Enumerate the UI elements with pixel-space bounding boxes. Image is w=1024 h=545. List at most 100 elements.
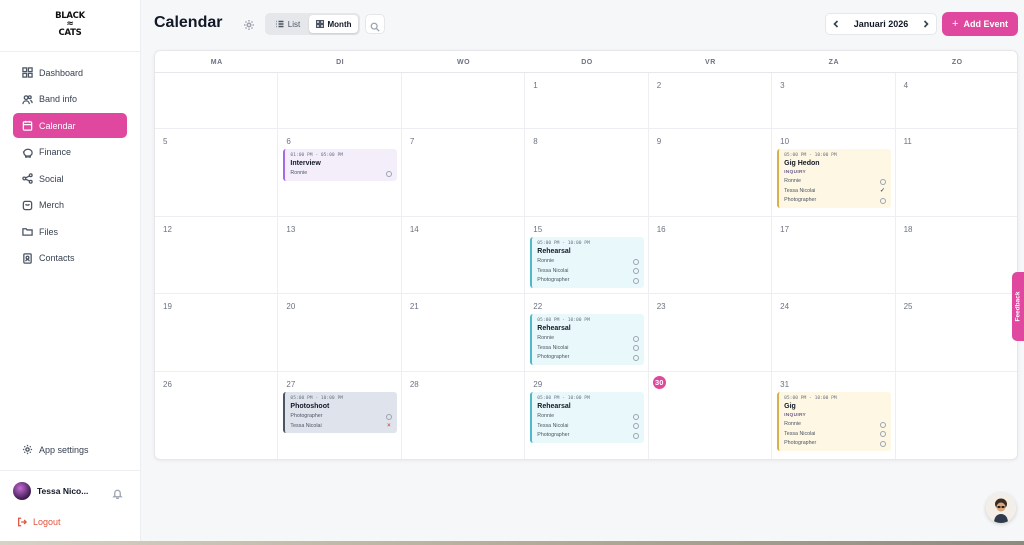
day-cell[interactable]: 17 xyxy=(772,217,896,294)
day-number: 19 xyxy=(163,302,172,311)
weekday-label: WO xyxy=(457,58,471,66)
day-cell[interactable]: 2 xyxy=(648,73,773,129)
feedback-tab[interactable]: Feedback xyxy=(1012,272,1024,341)
calendar-settings-icon[interactable] xyxy=(243,18,255,30)
add-event-button[interactable]: + Add Event xyxy=(942,12,1018,36)
attendee-row: Photographer xyxy=(537,353,639,363)
sidebar-item-social[interactable]: Social xyxy=(13,166,127,191)
weekday-label: VR xyxy=(705,58,716,66)
sidebar-item-band-info[interactable]: Band info xyxy=(13,87,127,112)
attendee-name: Ronnie xyxy=(290,170,308,176)
feedback-label: Feedback xyxy=(1014,291,1022,322)
pending-circle-icon xyxy=(632,432,639,439)
day-cell[interactable]: 20 xyxy=(278,294,402,372)
attendee-name: Tessa Nicolai xyxy=(537,344,569,351)
day-number: 11 xyxy=(903,137,912,146)
search-button[interactable] xyxy=(365,14,385,34)
day-cell[interactable]: 30 xyxy=(649,372,773,459)
day-number: 4 xyxy=(903,81,909,90)
divider xyxy=(0,51,140,52)
day-cell[interactable]: 25 xyxy=(895,294,1017,372)
day-cell[interactable]: 11 xyxy=(895,129,1017,217)
logout-icon xyxy=(18,517,27,527)
day-number: 21 xyxy=(409,302,419,311)
weekday-label: DI xyxy=(336,58,345,66)
share-icon xyxy=(22,173,33,184)
day-cell[interactable]: 3 xyxy=(772,73,896,129)
folder-icon xyxy=(22,228,33,236)
band-logo[interactable]: BLACK ≈ CATS xyxy=(50,6,90,42)
weekday-label: ZO xyxy=(951,58,963,66)
attendee-name: Ronnie xyxy=(784,178,801,184)
day-cell[interactable]: 13 xyxy=(278,217,402,294)
dashboard-icon xyxy=(22,67,33,78)
day-number: 14 xyxy=(409,225,419,234)
prev-month-button[interactable] xyxy=(830,17,842,31)
sidebar-item-dashboard[interactable]: Dashboard xyxy=(13,60,127,85)
day-cell[interactable]: 23 xyxy=(648,294,773,372)
day-cell[interactable] xyxy=(155,73,279,129)
logout-button[interactable]: Logout xyxy=(17,517,61,527)
sidebar-item-merch[interactable]: Merch xyxy=(13,193,127,218)
day-cell[interactable]: 4 xyxy=(895,73,1017,129)
event-card[interactable]: 05:00 PM - 10:00 PM Rehearsal Ronnie Tessa … xyxy=(530,314,644,365)
event-card[interactable]: 05:00 PM - 10:00 PM Gig INQUIRY Ronnie Tessa… xyxy=(777,392,891,451)
attendee-row: Ronnie xyxy=(537,412,639,422)
day-cell[interactable]: 18 xyxy=(895,217,1017,294)
event-card[interactable]: 05:00 PM - 10:00 PM Gig Hedon INQUIRY Ronni… xyxy=(777,149,891,208)
piggy-bank-icon xyxy=(22,148,33,158)
sidebar-item-label: Finance xyxy=(39,147,72,157)
month-view-button[interactable]: Month xyxy=(309,15,358,33)
day-cell[interactable]: 21 xyxy=(401,294,526,372)
event-card[interactable]: 01:00 PM - 05:00 PM Interview Ronnie xyxy=(283,149,397,181)
weekday-header: MA DI WO DO VR ZA ZO xyxy=(155,51,1017,73)
day-number: 8 xyxy=(533,137,538,146)
next-month-button[interactable] xyxy=(920,17,932,31)
day-cell[interactable]: 7 xyxy=(401,129,526,217)
attendee-row: Tessa Nicolai ✓ xyxy=(784,187,885,197)
day-cell[interactable] xyxy=(401,73,526,129)
attendee-name: Ronnie xyxy=(537,335,555,341)
list-icon xyxy=(276,20,284,28)
today-date-badge: 30 xyxy=(652,376,666,389)
day-cell[interactable]: 9 xyxy=(648,129,773,217)
user-profile[interactable]: Tessa Nico... xyxy=(13,482,126,500)
event-card[interactable]: 05:00 PM - 10:00 PM Photoshoot Photographe… xyxy=(283,392,397,434)
sidebar-item-app-settings[interactable]: App settings xyxy=(13,437,127,462)
day-cell[interactable]: 14 xyxy=(401,217,526,294)
day-cell[interactable]: 28 xyxy=(402,372,526,459)
day-cell[interactable]: 19 xyxy=(155,294,279,372)
event-time: 05:00 PM - 10:00 PM xyxy=(290,396,343,401)
bottom-strip xyxy=(0,541,1024,545)
support-avatar-button[interactable] xyxy=(986,493,1016,523)
sidebar-item-files[interactable]: Files xyxy=(13,219,127,244)
day-cell[interactable]: 8 xyxy=(525,129,649,217)
sidebar-item-finance[interactable]: Finance xyxy=(13,140,127,165)
bell-icon[interactable] xyxy=(112,486,123,500)
day-cell[interactable]: 24 xyxy=(772,294,896,372)
list-view-button[interactable]: List xyxy=(267,15,309,33)
day-number: 31 xyxy=(780,380,790,389)
pending-circle-icon xyxy=(632,345,639,352)
day-cell[interactable]: 26 xyxy=(155,372,279,459)
pending-circle-icon xyxy=(632,258,639,265)
event-card[interactable]: 05:00 PM - 10:00 PM Rehearsal Ronnie Tessa … xyxy=(530,237,644,288)
attendee-name: Photographer xyxy=(784,197,817,204)
event-card[interactable]: 05:00 PM - 10:00 PM Rehearsal Ronnie Tessa … xyxy=(530,392,644,443)
user-name: Tessa Nico... xyxy=(37,486,89,496)
day-cell[interactable]: 5 xyxy=(155,129,279,217)
pending-circle-icon xyxy=(632,335,639,342)
attendee-name: Ronnie xyxy=(784,421,801,427)
main-nav: Dashboard Band info Calendar Finance Soc… xyxy=(13,60,127,272)
day-number: 1 xyxy=(533,81,538,90)
pending-circle-icon xyxy=(879,178,886,185)
sidebar: BLACK ≈ CATS Dashboard Band info Calenda… xyxy=(0,0,141,545)
day-cell[interactable]: 1 xyxy=(525,73,649,129)
sidebar-item-calendar[interactable]: Calendar xyxy=(13,113,127,138)
day-cell[interactable]: 12 xyxy=(155,217,279,294)
day-cell[interactable] xyxy=(896,372,1017,459)
day-cell[interactable] xyxy=(278,73,402,129)
day-cell[interactable]: 16 xyxy=(648,217,773,294)
sidebar-item-contacts[interactable]: Contacts xyxy=(13,246,127,271)
weekday-label: ZA xyxy=(828,58,840,66)
